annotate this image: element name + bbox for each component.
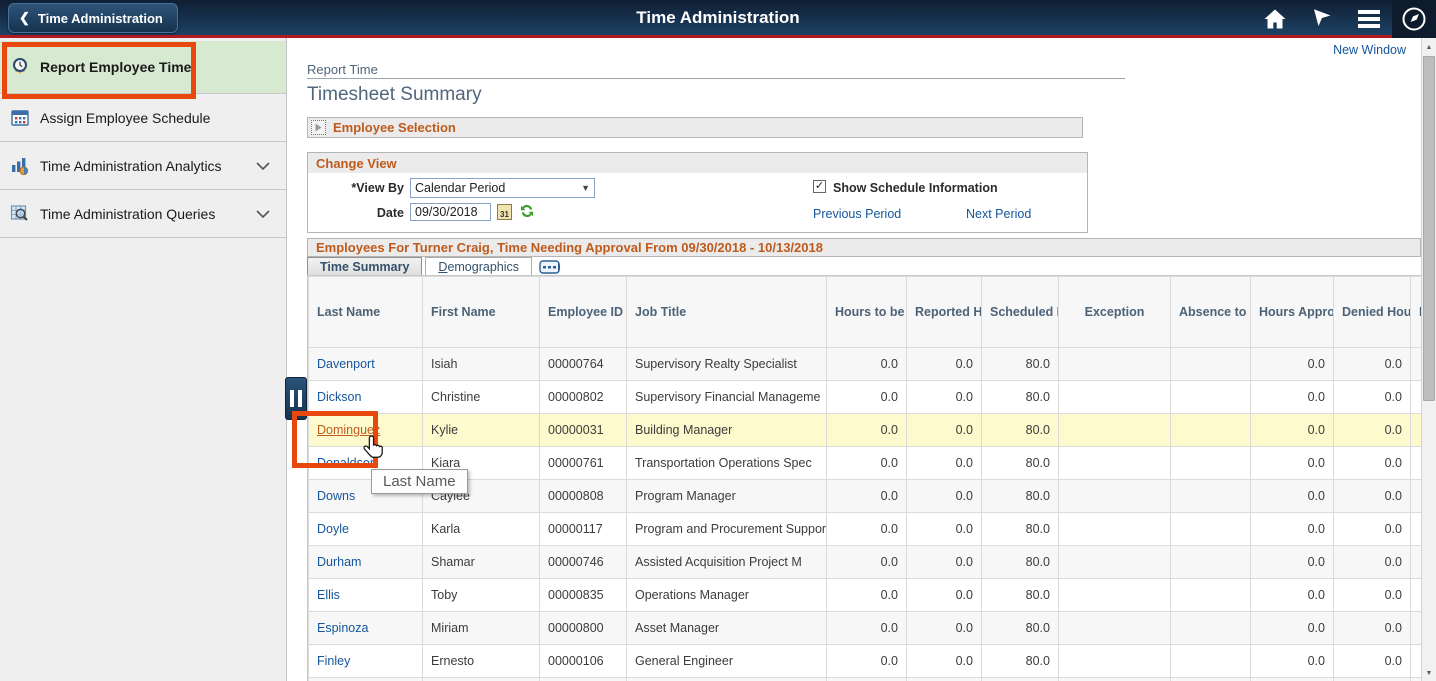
column-header-scheduled-hours: Scheduled Hours	[982, 277, 1059, 348]
sidebar-item-time-administration-queries[interactable]: Time Administration Queries	[0, 190, 286, 238]
tab-bar: Time Summary Demographics	[307, 257, 563, 275]
last-name-link[interactable]: Downs	[317, 489, 355, 503]
change-view-body: *View By Calendar Period ▼ Date 09/30/20…	[308, 173, 1087, 232]
employees-grid: Last NameFirst NameEmployee IDJob TitleH…	[307, 275, 1421, 681]
bar-chart-icon	[10, 156, 32, 176]
sidebar-item-label: Report Employee Time	[40, 59, 191, 75]
next-period-link[interactable]: Next Period	[966, 207, 1031, 221]
show-schedule-label: Show Schedule Information	[833, 181, 998, 195]
chevron-down-icon	[256, 157, 270, 175]
view-by-label: *View By	[314, 181, 404, 195]
breadcrumb-divider	[307, 78, 1125, 79]
column-header-exception: Exception	[1059, 277, 1171, 348]
expand-arrow-icon[interactable]	[311, 120, 326, 135]
select-dropdown-arrow-icon: ▼	[581, 183, 590, 193]
show-schedule-checkbox[interactable]: ✓	[813, 180, 826, 193]
sidebar-item-label: Assign Employee Schedule	[40, 110, 210, 126]
query-search-icon	[10, 204, 32, 224]
tab-label: Time Summary	[320, 260, 409, 274]
navbar-compass-icon[interactable]	[1392, 0, 1436, 38]
breadcrumb: Report Time	[307, 62, 378, 77]
table-row-espinoza: EspinozaMiriam00000800Asset Manager0.00.…	[309, 612, 1422, 645]
column-header-i: I	[1411, 277, 1422, 348]
sidebar-resize-handle[interactable]	[285, 377, 307, 420]
table-row-davenport: DavenportIsiah00000764Supervisory Realty…	[309, 348, 1422, 381]
previous-period-link[interactable]: Previous Period	[813, 207, 901, 221]
table-row-doyle: DoyleKarla00000117Program and Procuremen…	[309, 513, 1422, 546]
last-name-link[interactable]: Davenport	[317, 357, 375, 371]
scrollbar-thumb[interactable]	[1423, 56, 1435, 401]
sidebar-item-time-administration-analytics[interactable]: Time Administration Analytics	[0, 142, 286, 190]
column-header-first-name: First Name	[423, 277, 540, 348]
sidebar-item-assign-employee-schedule[interactable]: Assign Employee Schedule	[0, 94, 286, 142]
last-name-link[interactable]: Dickson	[317, 390, 361, 404]
back-button-label: Time Administration	[38, 11, 163, 26]
column-header-reported-hours: Reported Hours	[907, 277, 982, 348]
page-title: Timesheet Summary	[307, 84, 482, 106]
flag-icon[interactable]	[1298, 0, 1345, 38]
main-content: New Window Report Time Timesheet Summary…	[287, 38, 1421, 681]
back-chevron-icon: ❮	[19, 10, 30, 26]
last-name-link[interactable]: Donaldson	[317, 456, 377, 470]
show-all-columns-icon[interactable]	[539, 260, 563, 274]
scrollbar-down-arrow[interactable]: ▼	[1422, 666, 1436, 681]
calendar-icon	[10, 108, 32, 128]
tabs: Time Summary Demographics	[307, 257, 535, 275]
table-row-partial	[309, 678, 1422, 681]
app-root: ❮ Time Administration Time Administratio…	[0, 0, 1436, 681]
home-icon[interactable]	[1251, 0, 1298, 38]
column-header-denied-hours: Denied Hours	[1334, 277, 1411, 348]
last-name-link[interactable]: Finley	[317, 654, 350, 668]
column-header-hours-to-be-approved: Hours to be Approved	[827, 277, 907, 348]
date-label: Date	[314, 206, 404, 220]
chevron-down-icon	[256, 205, 270, 223]
last-name-link[interactable]: Durham	[317, 555, 361, 569]
view-by-value: Calendar Period	[415, 181, 505, 195]
scrollbar-up-arrow[interactable]: ▲	[1422, 40, 1436, 55]
last-name-link[interactable]: Doyle	[317, 522, 349, 536]
column-header-absence-to-be-approved: Absence to be Approved	[1171, 277, 1251, 348]
page-header-title: Time Administration	[0, 8, 1436, 28]
back-button[interactable]: ❮ Time Administration	[8, 3, 178, 33]
table-row-dominguez: DominguezKylie00000031Building Manager0.…	[309, 414, 1422, 447]
tab-time-summary[interactable]: Time Summary	[307, 257, 422, 275]
tab-demographics[interactable]: Demographics	[425, 257, 532, 275]
clock-icon	[10, 57, 32, 77]
last-name-link[interactable]: Ellis	[317, 588, 340, 602]
calendar-picker-icon[interactable]: 31	[497, 204, 512, 220]
table-row-dickson: DicksonChristine00000802Supervisory Fina…	[309, 381, 1422, 414]
employees-group-header: Employees For Turner Craig, Time Needing…	[307, 238, 1421, 257]
employee-selection-label: Employee Selection	[333, 120, 456, 135]
vertical-scrollbar[interactable]: ▲ ▼	[1421, 38, 1436, 681]
column-header-employee-id: Employee ID	[540, 277, 627, 348]
last-name-link[interactable]: Espinoza	[317, 621, 368, 635]
sidebar-item-label: Time Administration Analytics	[40, 158, 222, 174]
table-row-ellis: EllisToby00000835Operations Manager0.00.…	[309, 579, 1422, 612]
sidebar: Report Employee Time Assign Employee Sche…	[0, 38, 287, 681]
sidebar-item-label: Time Administration Queries	[40, 206, 215, 222]
top-header: ❮ Time Administration Time Administratio…	[0, 0, 1436, 38]
view-by-select[interactable]: Calendar Period ▼	[410, 178, 595, 198]
sidebar-item-report-employee-time[interactable]: Report Employee Time	[0, 41, 286, 94]
date-input[interactable]: 09/30/2018	[410, 203, 491, 221]
header-icons	[1251, 0, 1436, 38]
change-view-title: Change View	[308, 153, 1087, 173]
new-window-link[interactable]: New Window	[1333, 43, 1406, 57]
change-view-groupbox: Change View *View By Calendar Period ▼ D…	[307, 152, 1088, 233]
column-header-last-name: Last Name	[309, 277, 423, 348]
table-row-durham: DurhamShamar00000746Assisted Acquisition…	[309, 546, 1422, 579]
refresh-icon[interactable]	[519, 203, 535, 224]
last-name-link[interactable]: Dominguez	[317, 423, 380, 437]
tab-label: Demographics	[438, 260, 519, 274]
sidebar-menu: Report Employee Time Assign Employee Sche…	[0, 41, 286, 238]
employee-selection-section[interactable]: Employee Selection	[307, 117, 1083, 138]
table-row-donaldson: DonaldsonKiara00000761Transportation Ope…	[309, 447, 1422, 480]
table-row-downs: DownsCaylee00000808Program Manager0.00.0…	[309, 480, 1422, 513]
column-header-hours-approved-or-submitted: Hours Approved or Submitted	[1251, 277, 1334, 348]
table-row-finley: FinleyErnesto00000106General Engineer0.0…	[309, 645, 1422, 678]
column-header-job-title: Job Title	[627, 277, 827, 348]
menu-icon[interactable]	[1345, 0, 1392, 38]
